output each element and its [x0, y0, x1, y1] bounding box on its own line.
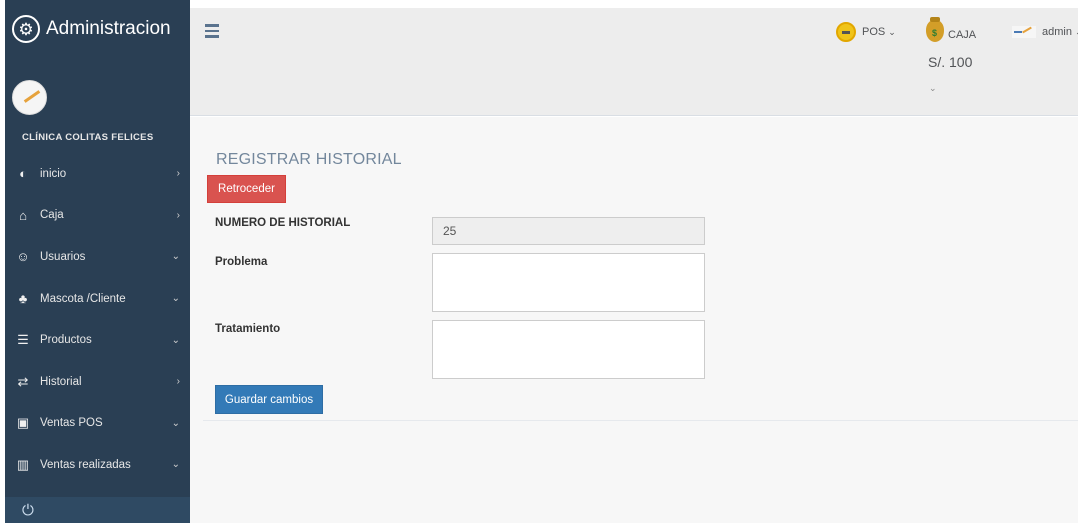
- form-panel: REGISTRAR HISTORIAL Retroceder NUMERO DE…: [203, 117, 1078, 421]
- caja-label[interactable]: CAJA: [948, 29, 976, 41]
- sidebar: ⚙ Administracion CLÍNICA COLITAS FELICES…: [5, 0, 190, 523]
- menu-toggle-icon[interactable]: [205, 24, 219, 41]
- footer-bar: ⏻: [5, 497, 190, 523]
- sidebar-item-inicio[interactable]: ◐ inicio ›: [5, 153, 190, 195]
- back-button[interactable]: Retroceder: [207, 175, 286, 203]
- user-dropdown[interactable]: admin ⌄: [1012, 26, 1078, 38]
- top-navbar: POS ⌄ CAJA S/. 100 ⌄ admin ⌄: [190, 8, 1078, 116]
- money-icon: ▣: [16, 415, 30, 431]
- database-icon: ☰: [17, 332, 29, 348]
- money-bag-icon: [926, 17, 944, 42]
- user-name: admin: [1042, 26, 1072, 38]
- avatar: [12, 80, 47, 115]
- gear-icon: ⚙: [12, 15, 40, 43]
- pos-label: POS: [862, 26, 886, 38]
- chevron-down-icon: ⌄: [171, 251, 180, 263]
- sidebar-item-label: Usuarios: [40, 250, 86, 263]
- sidebar-item-label: inicio: [40, 167, 67, 180]
- sidebar-item-productos[interactable]: ☰ Productos ⌄: [5, 319, 190, 361]
- sidebar-item-historial[interactable]: ⇄ Historial ›: [5, 361, 190, 403]
- problema-label: Problema: [215, 256, 268, 268]
- caja-amount: S/. 100: [928, 54, 973, 70]
- chevron-down-icon: ⌄: [888, 26, 896, 37]
- historial-number-field: 25: [432, 217, 705, 245]
- save-button[interactable]: Guardar cambios: [215, 385, 323, 414]
- pos-dropdown[interactable]: POS ⌄: [836, 22, 896, 42]
- historial-number-label: NUMERO DE HISTORIAL: [215, 217, 351, 229]
- power-icon[interactable]: ⏻: [22, 502, 34, 519]
- clinic-name: CLÍNICA COLITAS FELICES: [22, 132, 154, 143]
- history-icon: ⇄: [17, 373, 29, 389]
- avatar-logo-mark: [23, 90, 41, 103]
- sidebar-item-label: Ventas POS: [40, 417, 103, 430]
- chevron-right-icon: ›: [176, 168, 180, 180]
- chevron-right-icon: ›: [176, 376, 180, 388]
- chevron-down-icon[interactable]: ⌄: [929, 83, 937, 94]
- chevron-down-icon: ⌄: [171, 293, 180, 305]
- sidebar-item-mascota-cliente[interactable]: ♣ Mascota /Cliente ⌄: [5, 278, 190, 320]
- sidebar-item-label: Ventas realizadas: [40, 458, 131, 471]
- sidebar-item-caja[interactable]: ⌂ Caja ›: [5, 195, 190, 237]
- sidebar-item-label: Productos: [40, 334, 92, 347]
- chevron-down-icon: ⌄: [171, 417, 180, 429]
- sidebar-item-ventas-pos[interactable]: ▣ Ventas POS ⌄: [5, 403, 190, 445]
- sidebar-item-label: Caja: [40, 209, 64, 222]
- chevron-right-icon: ›: [176, 209, 180, 221]
- pos-icon: [836, 22, 856, 42]
- chevron-down-icon: ⌄: [171, 459, 180, 471]
- page-title: REGISTRAR HISTORIAL: [216, 151, 402, 168]
- chevron-down-icon: ⌄: [171, 334, 180, 346]
- bank-icon: ⌂: [19, 207, 27, 223]
- sidebar-item-ventas-realizadas[interactable]: ▥ Ventas realizadas ⌄: [5, 444, 190, 486]
- main-content: REGISTRAR HISTORIAL Retroceder NUMERO DE…: [190, 117, 1078, 523]
- tratamiento-label: Tratamiento: [215, 323, 281, 335]
- dashboard-icon: ◐: [19, 166, 27, 182]
- paw-icon: ♣: [18, 291, 28, 307]
- sidebar-item-usuarios[interactable]: ☺ Usuarios ⌄: [5, 236, 190, 278]
- users-icon: ☺: [16, 249, 30, 265]
- bar-chart-icon: ▥: [16, 456, 30, 472]
- tratamiento-textarea[interactable]: [432, 320, 705, 379]
- sidebar-item-label: Historial: [40, 375, 82, 388]
- brand-title: Administracion: [46, 18, 171, 39]
- sidebar-menu: ◐ inicio › ⌂ Caja › ☺ Usuarios ⌄ ♣ Masco…: [5, 153, 190, 486]
- problema-textarea[interactable]: [432, 253, 705, 312]
- sidebar-item-label: Mascota /Cliente: [40, 292, 126, 305]
- user-avatar: [1012, 26, 1036, 38]
- brand[interactable]: ⚙ Administracion: [5, 0, 190, 58]
